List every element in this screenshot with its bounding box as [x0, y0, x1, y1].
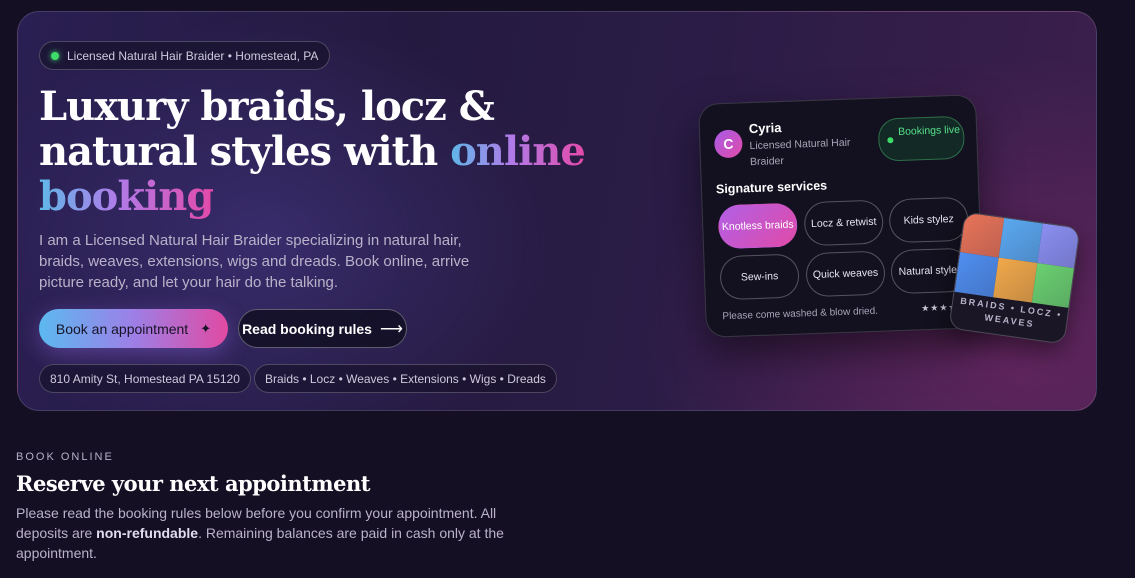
- location-badge-text: Licensed Natural Hair Braider • Homestea…: [67, 48, 319, 63]
- style-preview-card: BRAIDS • LOCZ • WEAVES: [948, 211, 1081, 345]
- address-text: 810 Amity St, Homestead PA 15120: [50, 371, 240, 386]
- book-appointment-label: Book an appointment: [55, 320, 189, 337]
- avatar: C: [713, 129, 743, 159]
- service-sew-ins[interactable]: Sew-ins: [719, 253, 800, 301]
- mosaic-tile: [1037, 223, 1081, 269]
- section-title: Reserve your next appointment: [16, 471, 370, 496]
- bookings-live-text: Bookings live: [897, 123, 961, 138]
- section-desc-bold: non-refundable: [96, 525, 199, 541]
- service-knotless-braids[interactable]: Knotless braids: [717, 202, 799, 250]
- read-booking-rules-label: Read booking rules: [242, 320, 372, 337]
- read-booking-rules-button[interactable]: Read booking rules ⟶: [238, 309, 407, 348]
- section-description: Please read the booking rules below befo…: [16, 503, 546, 563]
- service-locz-retwist[interactable]: Locz & retwist: [803, 199, 884, 247]
- service-quick-weaves[interactable]: Quick weaves: [805, 250, 886, 298]
- sparkle-icon: ✦: [200, 320, 212, 336]
- profile-role: Licensed Natural Hair Braider: [749, 136, 851, 169]
- section-eyebrow: BOOK ONLINE: [16, 451, 114, 463]
- mosaic-tile: [954, 252, 999, 298]
- headline-online: online: [450, 128, 586, 175]
- mosaic-tile: [1031, 263, 1076, 309]
- bookings-live-badge: Bookings live: [877, 115, 966, 162]
- book-appointment-button[interactable]: Book an appointment ✦: [39, 309, 228, 348]
- color-mosaic: [954, 212, 1081, 309]
- hero-panel: Licensed Natural Hair Braider • Homestea…: [17, 11, 1097, 411]
- headline-line2: natural styles with: [39, 128, 451, 175]
- headline-line1: Luxury braids, locz &: [39, 83, 495, 130]
- address-chip: 810 Amity St, Homestead PA 15120: [39, 364, 251, 393]
- services-chip: Braids • Locz • Weaves • Extensions • Wi…: [254, 364, 557, 393]
- mosaic-tile: [960, 212, 1005, 258]
- mosaic-tile: [998, 217, 1043, 264]
- live-dot-icon: [887, 137, 894, 144]
- card-note: Please come washed & blow dried.: [722, 305, 879, 323]
- services-tagline-text: Braids • Locz • Weaves • Extensions • Wi…: [265, 371, 546, 386]
- service-kids-stylez[interactable]: Kids stylez: [888, 196, 969, 244]
- headline-booking: booking: [39, 173, 214, 220]
- arrow-right-icon: ⟶: [379, 320, 403, 338]
- status-dot-icon: [51, 51, 59, 60]
- location-badge: Licensed Natural Hair Braider • Homestea…: [39, 41, 331, 70]
- signature-services-title: Signature services: [715, 178, 828, 197]
- hero-headline: Luxury braids, locz & natural styles wit…: [39, 84, 599, 219]
- hero-description: I am a Licensed Natural Hair Braider spe…: [39, 232, 470, 291]
- profile-name: Cyria: [748, 120, 782, 137]
- mosaic-tile: [993, 257, 1038, 303]
- profile-card: C Cyria Licensed Natural Hair Braider Bo…: [698, 94, 984, 338]
